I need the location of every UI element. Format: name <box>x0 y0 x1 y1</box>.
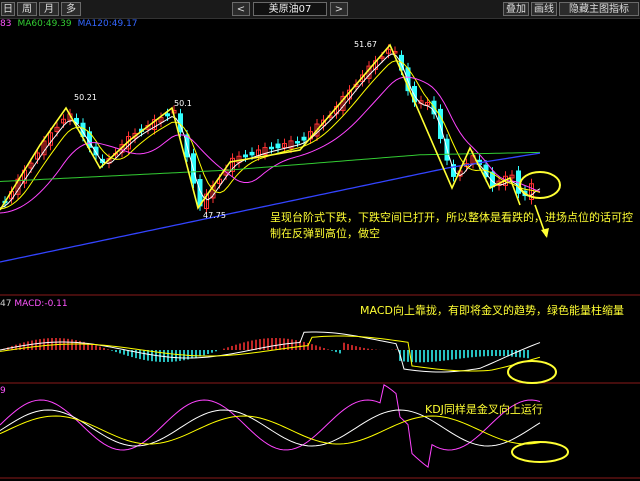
candle <box>275 143 281 149</box>
annotation-main-line-2: 制在反弹到高位，做空 <box>270 227 380 240</box>
candle <box>269 146 274 150</box>
period-day-button[interactable]: 日 <box>1 2 15 16</box>
candle <box>249 151 255 156</box>
annotation-macd: MACD向上靠拢，有即将金叉的趋势，绿色能量柱缩量 <box>360 304 624 317</box>
ma120-legend: MA120:49.17 <box>77 19 138 29</box>
overlay-button[interactable]: 叠加 <box>503 2 529 16</box>
next-symbol-button[interactable]: > <box>330 2 348 16</box>
annotation-kdj: KDJ同样是金叉向上运行 <box>425 403 543 416</box>
annotation-main-line-1: 呈现台阶式下跌，下跌空间已打开，所以整体是看跌的，进场点位的话可控 <box>270 211 633 224</box>
macd-legend: 47 MACD:-0.11 <box>0 299 68 309</box>
macd-value: MACD:-0.11 <box>14 299 68 309</box>
draw-line-button[interactable]: 画线 <box>531 2 557 16</box>
price-label-low: 47.75 <box>203 211 226 220</box>
price-label-peak: 51.67 <box>354 40 377 49</box>
kdj-legend: 9 <box>0 386 6 396</box>
period-month-button[interactable]: 月 <box>39 2 59 16</box>
ma60-legend: MA60:49.39 <box>17 19 72 29</box>
kdj-d-line <box>0 415 541 445</box>
macd-dea-line <box>0 335 541 372</box>
price-label-high-1: 50.21 <box>74 93 97 102</box>
ma-legend: 83 MA60:49.39 MA120:49.17 <box>0 19 144 29</box>
period-multi-button[interactable]: 多 <box>61 2 81 16</box>
macd-dif-line <box>0 331 541 373</box>
ma-legend-item: 83 <box>0 19 12 29</box>
highlight-ellipse <box>519 171 561 199</box>
candle <box>301 136 307 141</box>
hide-main-indicator-button[interactable]: 隐藏主图指标 <box>559 2 639 16</box>
prev-symbol-button[interactable]: < <box>232 2 250 16</box>
candle <box>243 154 248 158</box>
kdj-j-line <box>0 384 541 468</box>
symbol-name: 美原油07 <box>253 2 327 16</box>
candle <box>165 113 170 117</box>
macd-highlight-ellipse <box>507 360 557 384</box>
kdj-highlight-ellipse <box>511 441 569 463</box>
price-chart[interactable] <box>0 18 640 481</box>
toolbar: 日 周 月 多 < 美原油07 > 叠加 画线 隐藏主图指标 <box>0 0 640 19</box>
macd-prefix: 47 <box>0 299 12 309</box>
period-week-button[interactable]: 周 <box>17 2 37 16</box>
arrow-head <box>541 228 549 238</box>
price-label-high-2: 50.1 <box>174 99 192 108</box>
candle <box>295 141 300 144</box>
